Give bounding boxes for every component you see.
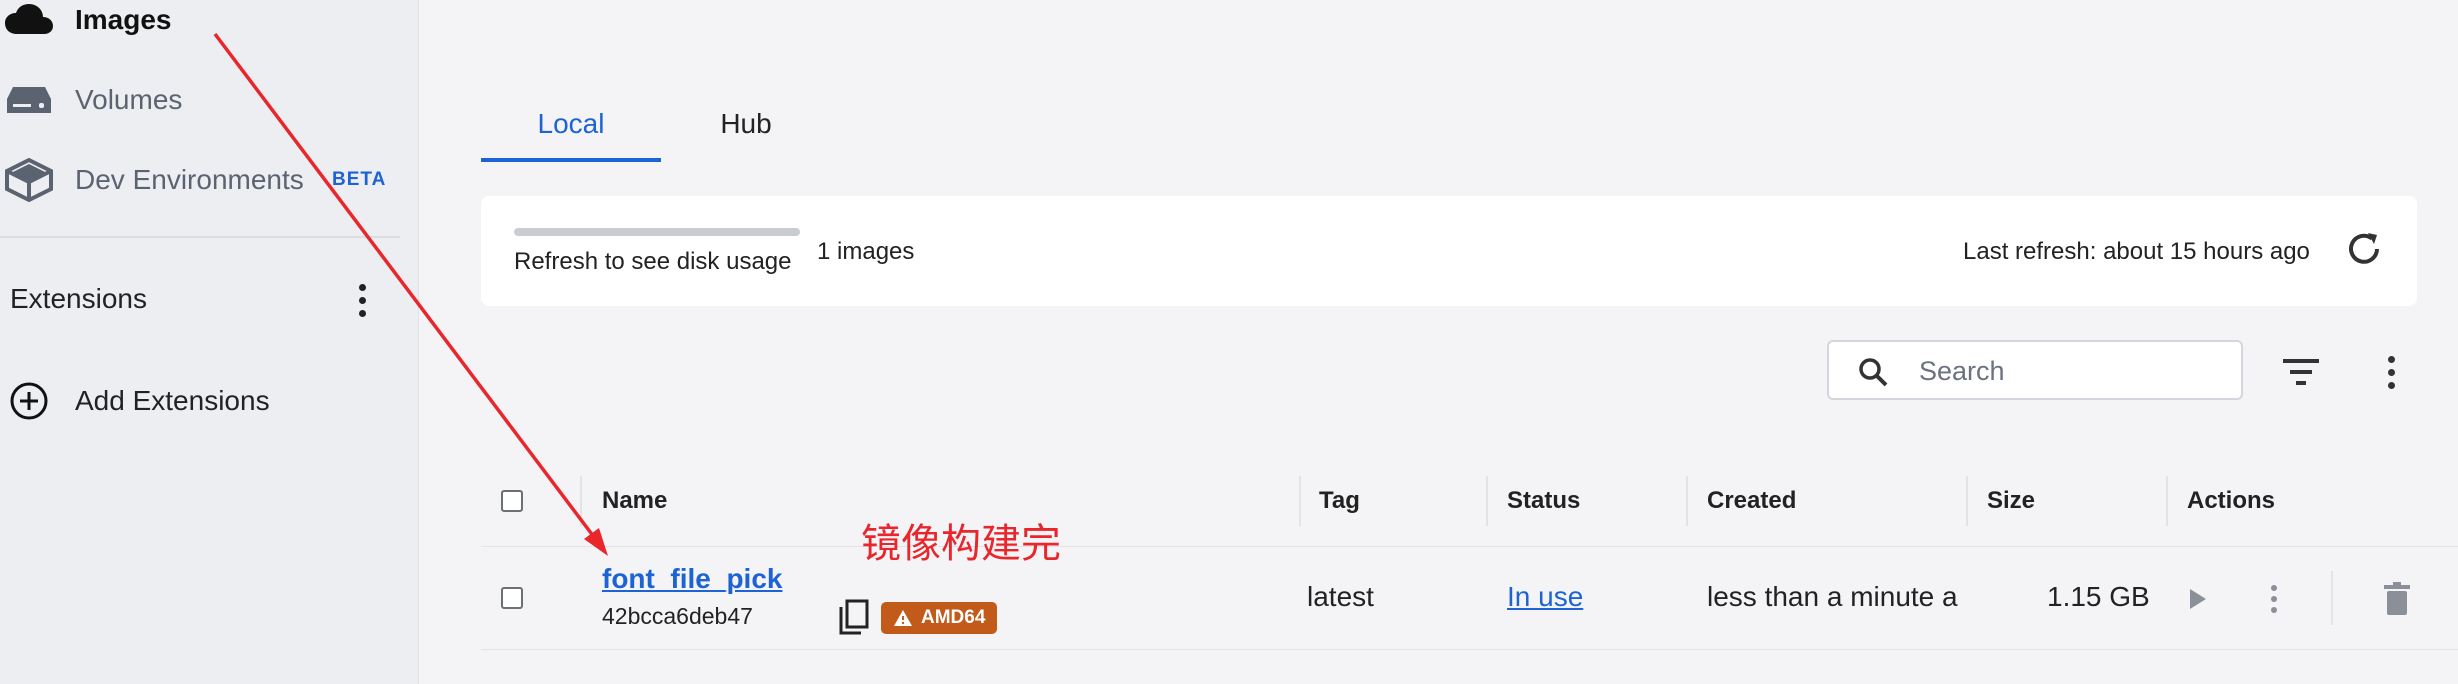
image-size: 1.15 GB bbox=[2047, 581, 2150, 612]
sidebar: Images Volumes Dev Environments BETA Ext… bbox=[0, 0, 419, 684]
trash-icon bbox=[2384, 582, 2410, 615]
search-icon bbox=[1859, 358, 1888, 387]
main-panel: Local Hub Refresh to see disk usage 1 im… bbox=[419, 0, 2458, 684]
column-separator bbox=[1486, 476, 1488, 526]
column-header-created[interactable]: Created bbox=[1707, 456, 1796, 546]
tab-hub[interactable]: Hub bbox=[661, 88, 831, 160]
column-header-size[interactable]: Size bbox=[1987, 456, 2035, 546]
disk-usage-bar bbox=[514, 228, 800, 236]
sidebar-divider bbox=[0, 236, 400, 238]
warning-icon bbox=[894, 610, 912, 626]
sidebar-item-label: Dev Environments bbox=[75, 164, 304, 195]
add-extensions-label: Add Extensions bbox=[75, 385, 270, 416]
last-refresh-text: Last refresh: about 15 hours ago bbox=[1963, 238, 2310, 265]
search-field[interactable] bbox=[1827, 340, 2243, 400]
table-header: Name Tag Status Created Size Actions bbox=[481, 456, 2458, 547]
column-separator bbox=[1299, 476, 1301, 526]
arch-warning-badge: AMD64 bbox=[881, 602, 998, 634]
refresh-button[interactable] bbox=[2341, 226, 2387, 272]
sidebar-item-label: Images bbox=[75, 4, 172, 35]
delete-button[interactable] bbox=[2381, 581, 2413, 617]
column-header-name[interactable]: Name bbox=[602, 456, 667, 546]
drive-icon bbox=[4, 80, 54, 120]
tab-local[interactable]: Local bbox=[481, 88, 661, 160]
add-circle-icon bbox=[4, 381, 54, 421]
play-icon bbox=[2190, 589, 2206, 609]
filter-button[interactable] bbox=[2279, 350, 2323, 394]
image-name-link[interactable]: font_file_pick bbox=[602, 563, 782, 595]
search-input[interactable] bbox=[1917, 350, 2221, 392]
actions-separator bbox=[2331, 571, 2333, 625]
status-link[interactable]: In use bbox=[1507, 581, 1583, 612]
copy-icon bbox=[839, 599, 869, 635]
table-row[interactable]: font_file_pick 42bcca6deb47 AMD64 latest… bbox=[481, 547, 2458, 650]
beta-badge: BETA bbox=[332, 169, 387, 190]
column-separator bbox=[1966, 476, 1968, 526]
row-checkbox[interactable] bbox=[501, 587, 523, 609]
copy-id-button[interactable] bbox=[837, 599, 873, 639]
cloud-icon bbox=[4, 0, 54, 40]
image-id: 42bcca6deb47 bbox=[602, 603, 753, 629]
refresh-icon bbox=[2349, 233, 2379, 264]
extensions-more-icon[interactable] bbox=[350, 280, 374, 320]
image-tag: latest bbox=[1307, 581, 1374, 612]
disk-usage-label: Refresh to see disk usage bbox=[514, 248, 792, 275]
run-button[interactable] bbox=[2181, 583, 2213, 615]
column-separator bbox=[580, 476, 582, 526]
annotation-text: 镜像构建完 bbox=[861, 521, 1061, 567]
image-created: less than a minute a bbox=[1707, 581, 1958, 612]
sidebar-item-label: Volumes bbox=[75, 84, 183, 115]
column-header-tag[interactable]: Tag bbox=[1319, 456, 1360, 546]
column-separator bbox=[2166, 476, 2168, 526]
filter-icon bbox=[2283, 359, 2319, 385]
column-header-actions: Actions bbox=[2187, 487, 2276, 514]
disk-usage-card: Refresh to see disk usage 1 images Last … bbox=[481, 196, 2417, 306]
column-header-status[interactable]: Status bbox=[1507, 456, 1580, 546]
column-separator bbox=[1686, 476, 1688, 526]
extensions-heading: Extensions bbox=[10, 283, 147, 314]
tab-indicator bbox=[481, 158, 661, 162]
box-icon bbox=[4, 158, 54, 202]
arch-label: AMD64 bbox=[921, 607, 986, 628]
more-options-icon[interactable] bbox=[2379, 350, 2403, 394]
row-more-icon[interactable] bbox=[2267, 581, 2281, 617]
images-count: 1 images bbox=[817, 238, 915, 265]
select-all-checkbox[interactable] bbox=[501, 490, 523, 512]
image-status[interactable]: In use bbox=[1507, 581, 1583, 613]
